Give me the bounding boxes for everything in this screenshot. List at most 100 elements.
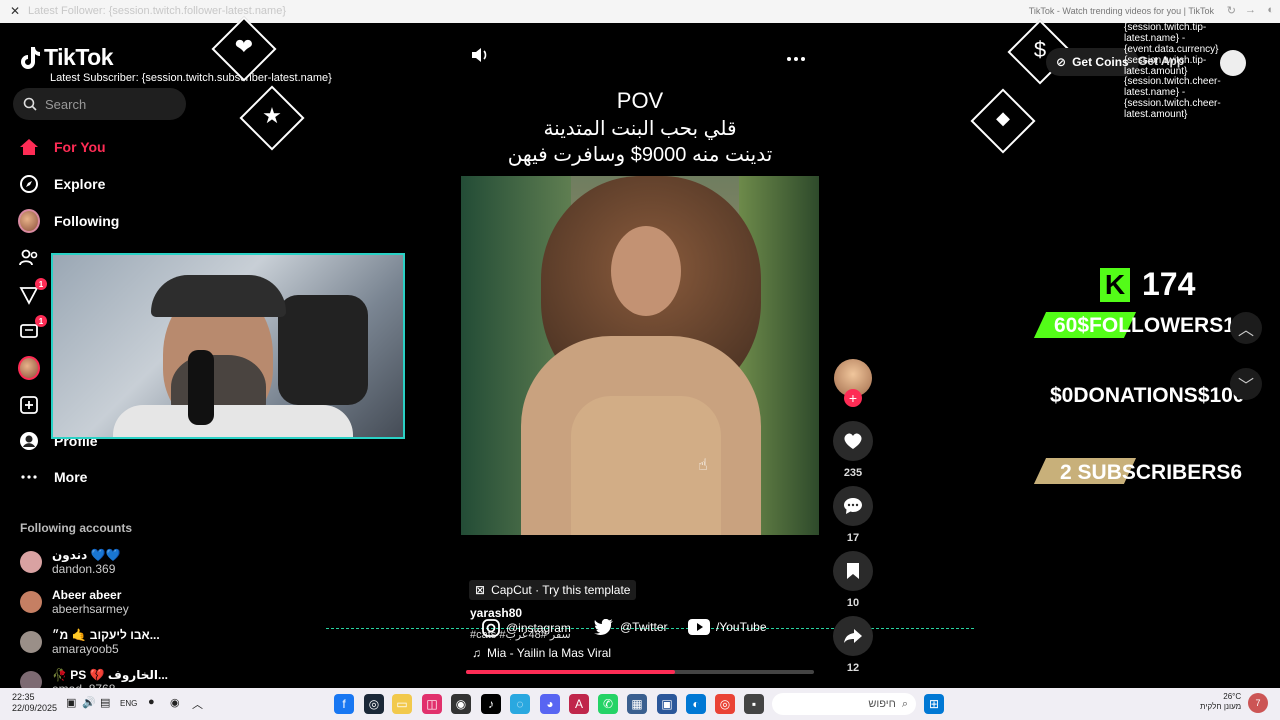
video-author[interactable]: yarash80 — [470, 606, 522, 620]
kick-logo-icon: K — [1100, 267, 1130, 302]
app-icon[interactable]: ▣ — [657, 694, 677, 714]
profile-icon — [18, 430, 40, 452]
bookmark-icon — [847, 563, 859, 579]
video-caption-line1: قلي بحب البنت المتدينة — [543, 118, 737, 140]
weather-widget[interactable]: 26°C מעונן חלקית — [1200, 692, 1241, 712]
social-instagram: @instagram — [482, 619, 571, 637]
subs-end: 6 — [1230, 461, 1243, 484]
chrome-icon[interactable]: ◎ — [715, 694, 735, 714]
notification-count[interactable]: 7 — [1248, 693, 1268, 713]
sidebar-item-upload[interactable] — [18, 394, 40, 416]
account-username: amarayoob5 — [52, 642, 119, 656]
youtube-icon — [688, 619, 710, 635]
app-icon[interactable]: ▪ — [744, 694, 764, 714]
video-caption-pov: POV — [616, 88, 664, 113]
kick-count: 174 — [1142, 266, 1196, 302]
taskbar-clock[interactable]: 22:35 22/09/2025 — [12, 692, 57, 714]
social-label: @Twitter — [620, 620, 668, 634]
chevron-up-icon[interactable]: ︿ — [192, 696, 203, 712]
sidebar-item-activity[interactable]: 1 — [18, 278, 47, 306]
previous-video-button[interactable]: ︿ — [1230, 312, 1262, 344]
social-label: @instagram — [506, 621, 571, 635]
social-youtube: /YouTube — [688, 619, 767, 635]
facebook-icon[interactable]: f — [334, 694, 354, 714]
sidebar-item-messages[interactable]: 1 — [18, 315, 47, 343]
sidebar-item-explore[interactable]: Explore — [18, 173, 105, 195]
sidebar-item-label: Explore — [54, 176, 106, 192]
language-indicator[interactable]: ENG — [120, 699, 137, 708]
weather-temp: 26°C — [1223, 692, 1242, 701]
search-input[interactable] — [45, 96, 175, 112]
followers-label: FOLLOWERS — [1089, 314, 1224, 337]
tray-icon[interactable]: ▣ — [66, 696, 76, 709]
sidebar-item-following[interactable]: Following — [18, 209, 119, 233]
app-icon[interactable]: A — [569, 694, 589, 714]
folder-icon[interactable]: ▭ — [392, 694, 412, 714]
follow-plus-icon[interactable]: + — [844, 389, 862, 407]
windows-start-icon[interactable]: ⊞ — [924, 694, 944, 714]
capcut-template-link[interactable]: ⊠ CapCut · Try this template — [469, 580, 637, 600]
save-button[interactable] — [833, 551, 873, 591]
volume-tray-icon[interactable]: 🔊 — [82, 696, 96, 709]
account-name: אבו ליעקוב 🤙 מ״... — [52, 628, 160, 642]
webcam-cap — [151, 275, 286, 317]
tray-icon[interactable]: ◉ — [170, 696, 180, 709]
steam-icon[interactable]: ◎ — [364, 694, 384, 714]
following-account[interactable]: Abeer abeer abeerhsarmey — [20, 588, 129, 616]
comment-button[interactable] — [833, 486, 873, 526]
capcut-label: CapCut · Try this template — [491, 583, 631, 597]
discord-icon[interactable]: ◕ — [540, 694, 560, 714]
get-coins-label: Get Coins — [1072, 55, 1129, 69]
reload-icon[interactable]: ↻ — [1227, 4, 1236, 17]
sidebar-item-friends[interactable] — [18, 247, 40, 269]
gem-icon: ◆ — [996, 108, 1010, 128]
page-title: TikTok - Watch trending videos for you |… — [1028, 6, 1214, 16]
extension-icon[interactable]: ◐ — [1267, 4, 1274, 16]
forward-icon[interactable]: → — [1245, 4, 1256, 16]
video-music[interactable]: ♫ Mia - Yailin la Mas Viral — [472, 646, 611, 660]
instagram-app-icon[interactable]: ◫ — [422, 694, 442, 714]
close-icon[interactable]: ✕ — [10, 4, 20, 18]
app-icon[interactable]: ◌ — [510, 694, 530, 714]
video-subject-face — [611, 226, 681, 316]
sidebar-item-more[interactable]: More — [18, 466, 87, 488]
social-twitter: @Twitter — [594, 619, 668, 635]
subs-label: SUBSCRIBERS — [1077, 461, 1231, 484]
search-bar[interactable] — [13, 88, 186, 120]
taskbar-search[interactable]: חיפוש ⌕ — [772, 693, 916, 715]
edge-icon[interactable]: ◐ — [686, 694, 706, 714]
next-video-button[interactable]: ﹀ — [1230, 368, 1262, 400]
friends-icon — [18, 247, 40, 269]
browser-titlebar: ✕ Latest Follower: {session.twitch.follo… — [0, 0, 1280, 23]
more-options-icon[interactable] — [786, 46, 806, 67]
following-account[interactable]: دندون 💙💙 dandon.369 — [20, 548, 121, 576]
calculator-icon[interactable]: ▦ — [627, 694, 647, 714]
like-button[interactable] — [833, 421, 873, 461]
share-button[interactable] — [833, 616, 873, 656]
search-icon: ⌕ — [901, 697, 908, 710]
network-tray-icon[interactable]: ▤ — [100, 696, 110, 709]
account-name: 🥀 PS 💔 الخاروف... — [52, 668, 169, 682]
cheer-overlay-text: {session.twitch.cheer-latest.name} - {se… — [1124, 76, 1221, 120]
ghost-overlay-text: Latest Follower: {session.twitch.followe… — [28, 5, 287, 17]
hand-cursor-icon: ☝ — [698, 457, 708, 474]
account-username: dandon.369 — [52, 562, 116, 576]
account-avatar — [20, 591, 42, 613]
sidebar-item-for-you[interactable]: For You — [18, 136, 106, 158]
music-note-icon: ♫ — [472, 646, 481, 660]
search-icon — [23, 97, 37, 111]
account-avatar — [20, 551, 42, 573]
volume-icon[interactable] — [470, 46, 490, 69]
tiktok-app-icon[interactable]: ♪ — [481, 694, 501, 714]
obs-icon[interactable]: ◉ — [451, 694, 471, 714]
taskbar-search-text: חיפוש — [868, 698, 896, 710]
whatsapp-icon[interactable]: ✆ — [598, 694, 618, 714]
video-player[interactable] — [461, 176, 819, 535]
following-account[interactable]: אבו ליעקוב 🤙 מ״... amarayoob5 — [20, 628, 160, 656]
account-avatar — [20, 631, 42, 653]
tiktok-logo[interactable]: TikTok — [20, 44, 114, 71]
sidebar-item-live[interactable] — [18, 356, 40, 380]
share-count: 12 — [846, 662, 860, 674]
mic-tray-icon[interactable]: ● — [148, 696, 155, 708]
video-progress-bar[interactable] — [466, 670, 814, 674]
